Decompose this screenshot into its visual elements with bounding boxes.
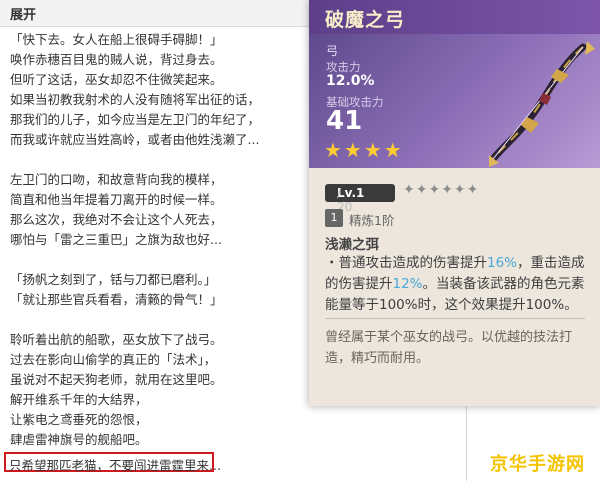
passive-value-2: 12%: [392, 276, 423, 292]
rarity-stars: ★★★★: [324, 138, 404, 162]
story-line: 如果当初教我射术的人没有随将军出征的话，: [10, 92, 261, 107]
story-line: 哪怕与「雷之三重巴」之旗为敌也好...: [10, 232, 222, 247]
story-line: 简直和他当年提着刀离开的时候一样。: [10, 192, 223, 207]
weapon-type: 弓: [326, 44, 339, 58]
story-line: 那么这次，我绝对不会让这个人死去，: [10, 212, 223, 227]
story-line: 让紫电之鸢垂死的怨恨，: [10, 412, 148, 427]
weapon-name: 破魔之弓: [325, 9, 406, 31]
story-line: 聆听着出航的船歌，巫女放下了战弓。: [10, 332, 223, 347]
watermark-logo: 京华手游网: [482, 447, 600, 481]
story-line: 「就让那些官兵看看，清籁的骨气！」: [10, 292, 223, 307]
passive-name: 浅濑之弭: [325, 237, 379, 253]
story-line: 那我们的儿子，如今应当是左卫门的年纪了，: [10, 112, 261, 127]
weapon-card: 破魔之弓 弓 攻击力 12.0% 基础攻击力 41 ★★★★ Lv.1 / 20…: [309, 0, 600, 406]
watermark-text: 京华手游网: [490, 454, 585, 475]
story-line: 而我或许就应当姓高岭，或者由他姓浅濑了...: [10, 132, 260, 147]
story-line: 但听了这话，巫女却忍不住微笑起来。: [10, 72, 223, 87]
secondary-stat-value: 12.0%: [326, 73, 375, 89]
highlighted-line-box: 只希望那匹老猫，不要闯进雷霆里来...: [4, 452, 221, 473]
passive-value-1: 16%: [487, 255, 518, 271]
highlighted-line: 只希望那匹老猫，不要闯进雷霆里来...: [9, 458, 221, 473]
story-line: 虽说对不起天狗老师，就用在这里吧。: [10, 372, 223, 387]
refinement-number: 1: [325, 209, 343, 227]
story-line: 肆虐雷神旗号的舰船吧。: [10, 432, 148, 447]
weapon-title-bar: 破魔之弓: [309, 0, 600, 34]
ascension-stars: ✦✦✦✦✦✦: [403, 182, 480, 198]
weapon-lore: 曾经属于某个巫女的战弓。以优越的技法打造，精巧而耐用。: [325, 330, 573, 366]
story-line: 过去在影向山偷学的真正的「法术」，: [10, 352, 217, 367]
passive-text-1: ・普通攻击造成的伤害提升: [325, 255, 487, 271]
level-badge: Lv.1 / 20: [325, 184, 395, 214]
refinement-label: 精炼1阶: [349, 213, 395, 228]
story-line: 唤作赤穗百目鬼的贼人说，背过身去。: [10, 52, 223, 67]
bow-icon: [489, 41, 595, 167]
divider: [325, 318, 585, 319]
weapon-stats-panel: 弓 攻击力 12.0% 基础攻击力 41 ★★★★: [309, 34, 600, 168]
base-atk-value: 41: [326, 106, 363, 136]
story-line: 「快下去。女人在船上很碍手碍脚！」: [10, 32, 223, 47]
story-line: 左卫门的口吻，和故意背向我的模样，: [10, 172, 223, 187]
expand-label: 展开: [10, 8, 37, 23]
passive-description: ・普通攻击造成的伤害提升16%，重击造成的伤害提升12%。当装备该武器的角色元素…: [325, 253, 590, 316]
story-line: 「扬帆之刻到了，铦与刀都已磨利。」: [10, 272, 217, 287]
story-line: 解开维系千年的大结界，: [10, 392, 148, 407]
